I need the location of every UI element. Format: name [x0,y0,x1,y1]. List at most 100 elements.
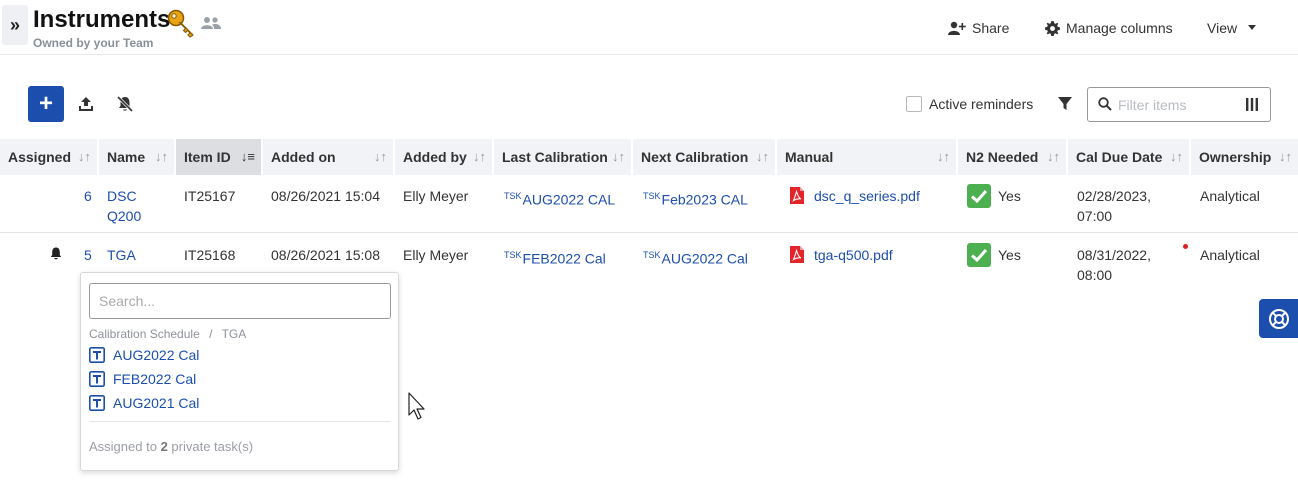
breadcrumb: Calibration Schedule / TGA [89,327,246,341]
n2-needed: Yes [967,184,1057,212]
task-prefix: TSK [504,191,522,201]
filter-items-input[interactable] [1118,94,1238,116]
column-header-cal-due-date[interactable]: Cal Due Date ↓↑ [1068,139,1191,175]
item-id: IT25168 [184,247,236,263]
check-icon [967,243,991,267]
sort-icon: ↓↑ [78,149,91,164]
plus-icon: + [38,90,53,117]
sort-icon: ↓↑ [756,149,769,164]
caret-down-icon [1248,25,1257,30]
sort-icon: ↓↑ [937,149,950,164]
active-reminders-label[interactable]: Active reminders [929,96,1033,112]
add-item-button[interactable]: + [28,86,64,122]
added-on: 08/26/2021 15:04 [271,188,380,204]
overdue-indicator-dot [1183,244,1188,249]
team-icon [201,17,221,29]
manual-file-link[interactable]: tga-q500.pdf [790,245,893,265]
item-name-link[interactable]: DSC Q200 [107,186,141,226]
gear-icon [1045,20,1060,36]
help-button[interactable] [1259,299,1298,338]
manual-file-link[interactable]: dsc_q_series.pdf [790,186,920,206]
share-user-icon [948,21,966,35]
filter-funnel-icon[interactable] [1057,96,1073,112]
column-header-n2-needed[interactable]: N2 Needed ↓↑ [958,139,1068,175]
manage-columns-label: Manage columns [1066,20,1173,36]
table-header: Assigned ↓↑ Name ↓↑ Item ID ↓≡ Added on ↓↑ A… [0,139,1298,175]
column-header-item-id[interactable]: Item ID ↓≡ [176,139,263,175]
expand-sidebar-button[interactable]: » [2,5,28,45]
sort-icon: ↓↑ [374,149,387,164]
assigned-count[interactable]: 6 [84,186,92,206]
lifebuoy-icon [1268,308,1289,329]
view-label: View [1207,20,1238,36]
added-by: Elly Meyer [403,188,469,204]
task-icon [89,395,105,411]
sort-icon: ↓↑ [612,149,625,164]
cal-due-date: 02/28/2023, 07:00 [1077,188,1151,224]
assigned-count[interactable]: 5 [84,245,92,265]
task-prefix: TSK [504,250,522,260]
assigned-tasks-popup: Calibration Schedule / TGA AUG2022 Cal F… [80,272,399,471]
key-icon [167,9,194,38]
task-prefix: TSK [643,191,661,201]
popup-divider [89,421,391,422]
check-icon [967,184,991,208]
next-calibration-link[interactable]: TSKAUG2022 Cal [643,245,748,269]
cal-due-date: 08/31/2022, 08:00 [1077,247,1151,283]
popup-task-item[interactable]: AUG2022 Cal [89,345,199,365]
column-header-next-calibration[interactable]: Next Calibration ↓↑ [633,139,777,175]
popup-search-input[interactable] [89,283,391,319]
column-header-added-by[interactable]: Added by ↓↑ [395,139,494,175]
pdf-icon [790,246,804,263]
added-by: Elly Meyer [403,247,469,263]
active-reminders-checkbox[interactable] [906,96,922,112]
top-bar: » Instruments Owned by your Team Share M… [0,0,1298,55]
column-header-added-on[interactable]: Added on ↓↑ [263,139,395,175]
bell-off-icon[interactable] [116,95,134,113]
sort-icon: ↓↑ [1047,149,1060,164]
manage-columns-button[interactable]: Manage columns [1045,18,1173,38]
next-calibration-link[interactable]: TSKFeb2023 CAL [643,186,748,210]
view-dropdown[interactable]: View [1207,18,1257,38]
page-title: Instruments [33,6,171,33]
share-button[interactable]: Share [948,18,1009,38]
sort-icon: ↓↑ [155,149,168,164]
column-header-manual[interactable]: Manual ↓↑ [777,139,958,175]
item-id: IT25167 [184,188,236,204]
sort-icon: ↓↑ [1170,149,1183,164]
task-icon [89,347,105,363]
bell-icon[interactable] [50,247,62,260]
sort-ascending-icon: ↓≡ [240,149,255,164]
popup-task-item[interactable]: FEB2022 Cal [89,369,196,389]
filter-items-box [1087,87,1271,122]
added-on: 08/26/2021 15:08 [271,247,380,263]
column-header-last-calibration[interactable]: Last Calibration ↓↑ [494,139,633,175]
column-header-ownership[interactable]: Ownership ↓↑ [1191,139,1298,175]
breadcrumb-root: Calibration Schedule [89,327,200,341]
share-label: Share [972,20,1010,36]
breadcrumb-separator: / [209,327,213,341]
last-calibration-link[interactable]: TSKFEB2022 Cal [504,245,606,269]
table-row[interactable]: 6 DSC Q200 IT25167 08/26/2021 15:04 Elly… [0,175,1298,233]
owner-subtitle: Owned by your Team [33,36,154,50]
task-prefix: TSK [643,250,661,260]
popup-footer: Assigned to 2 private task(s) [89,439,254,454]
columns-icon[interactable] [1246,98,1258,111]
column-header-name[interactable]: Name ↓↑ [99,139,176,175]
ownership: Analytical [1200,247,1260,263]
n2-needed: Yes [967,243,1057,271]
pdf-icon [790,187,804,204]
item-name-link[interactable]: TGA [107,245,136,265]
search-icon [1098,97,1112,111]
sort-icon: ↓↑ [473,149,486,164]
expand-icon: » [9,14,20,35]
sort-icon: ↓↑ [1279,149,1292,164]
task-icon [89,371,105,387]
ownership: Analytical [1200,188,1260,204]
mouse-cursor-icon [408,392,425,420]
breadcrumb-leaf: TGA [221,327,247,341]
column-header-assigned[interactable]: Assigned ↓↑ [0,139,99,175]
upload-icon[interactable] [77,95,95,113]
last-calibration-link[interactable]: TSKAUG2022 CAL [504,186,615,210]
popup-task-item[interactable]: AUG2021 Cal [89,393,199,413]
